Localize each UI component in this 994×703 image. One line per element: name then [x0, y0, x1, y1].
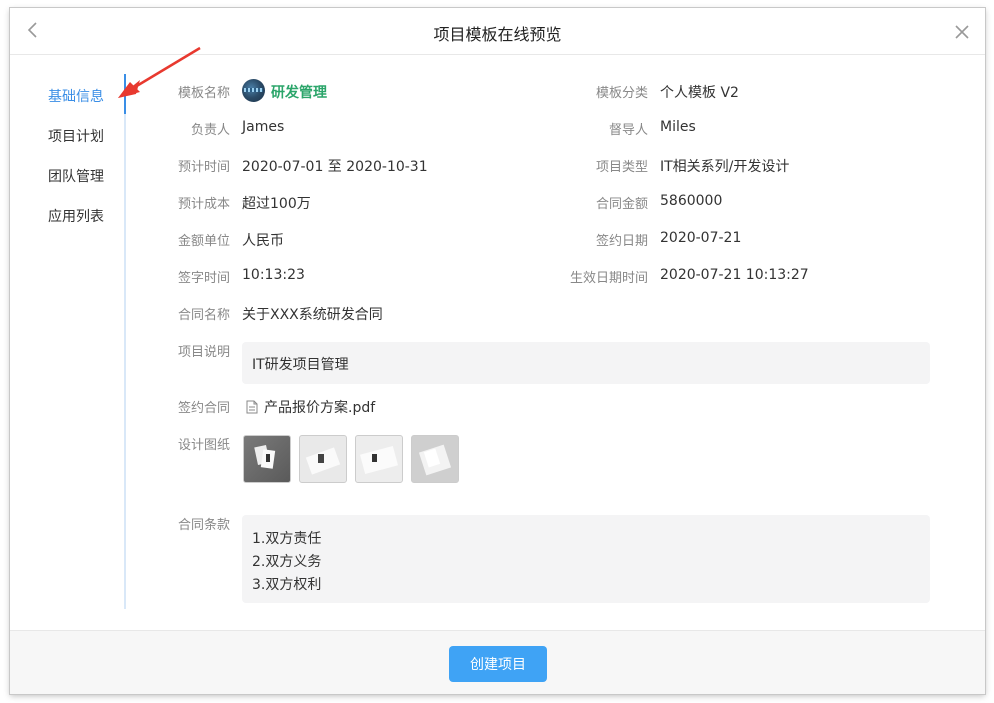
- project-desc-value: IT研发项目管理: [252, 357, 349, 373]
- sign-time-value: 10:13:23: [242, 267, 305, 283]
- design-thumbnail-2[interactable]: [299, 435, 347, 483]
- nav-item-app-list[interactable]: 应用列表: [48, 206, 104, 226]
- close-icon[interactable]: [951, 21, 973, 43]
- supervisor-value: Miles: [660, 119, 696, 135]
- currency-unit-label: 金额单位: [177, 234, 230, 249]
- signed-contract-label: 签约合同: [177, 401, 230, 416]
- nav-item-team-management[interactable]: 团队管理: [48, 166, 104, 186]
- contract-amount-value: 5860000: [660, 193, 723, 209]
- sign-time-label: 签字时间: [177, 271, 230, 286]
- effective-datetime-value: 2020-07-21 10:13:27: [660, 267, 809, 283]
- design-thumbnail-4[interactable]: [411, 435, 459, 483]
- template-category-value: 个人模板 V2: [660, 85, 739, 101]
- template-avatar: [242, 79, 265, 102]
- template-category-label: 模板分类: [595, 86, 648, 101]
- contract-terms-box: 1.双方责任 2.双方义务 3.双方权利: [242, 515, 930, 603]
- create-project-button[interactable]: 创建项目: [449, 646, 547, 682]
- contract-name-label: 合同名称: [177, 308, 230, 323]
- supervisor-label: 督导人: [608, 123, 648, 138]
- contract-amount-label: 合同金额: [595, 197, 648, 212]
- project-type-value: IT相关系列/开发设计: [660, 159, 790, 175]
- sign-date-label: 签约日期: [595, 234, 648, 249]
- design-drawings-label: 设计图纸: [177, 438, 230, 453]
- nav-item-project-plan[interactable]: 项目计划: [48, 126, 104, 146]
- planned-time-label: 预计时间: [177, 160, 230, 175]
- contract-name-value: 关于XXX系统研发合同: [242, 307, 383, 323]
- project-desc-label: 项目说明: [177, 345, 230, 360]
- dialog-footer: 创建项目: [10, 630, 985, 694]
- sign-date-value: 2020-07-21: [660, 230, 742, 246]
- design-thumbnail-3[interactable]: [355, 435, 403, 483]
- effective-datetime-label: 生效日期时间: [569, 271, 648, 286]
- contract-term-item: 3.双方权利: [252, 577, 322, 593]
- side-navigation: 基础信息 项目计划 团队管理 应用列表: [10, 74, 126, 609]
- project-type-label: 项目类型: [595, 160, 648, 175]
- document-icon: [246, 400, 258, 414]
- contract-term-item: 1.双方责任: [252, 531, 322, 547]
- preview-dialog: 项目模板在线预览 基础信息 项目计划 团队管理 应用列表 模板名称 研发管理 模…: [10, 8, 985, 694]
- currency-unit-value: 人民币: [242, 233, 284, 249]
- template-name-value: 研发管理: [271, 85, 327, 101]
- contract-file-name: 产品报价方案.pdf: [264, 400, 376, 416]
- nav-item-basic-info[interactable]: 基础信息: [48, 86, 104, 106]
- contract-terms-label: 合同条款: [177, 518, 230, 533]
- estimated-cost-label: 预计成本: [177, 197, 230, 212]
- design-thumbnail-1[interactable]: [243, 435, 291, 483]
- estimated-cost-value: 超过100万: [242, 196, 311, 212]
- dialog-title: 项目模板在线预览: [433, 25, 562, 44]
- owner-label: 负责人: [190, 123, 230, 138]
- owner-value: James: [242, 119, 285, 135]
- project-desc-box: IT研发项目管理: [242, 342, 930, 384]
- contract-file-link[interactable]: 产品报价方案.pdf: [246, 397, 375, 417]
- planned-time-value: 2020-07-01 至 2020-10-31: [242, 159, 428, 175]
- contract-term-item: 2.双方义务: [252, 554, 322, 570]
- template-name-label: 模板名称: [177, 86, 230, 101]
